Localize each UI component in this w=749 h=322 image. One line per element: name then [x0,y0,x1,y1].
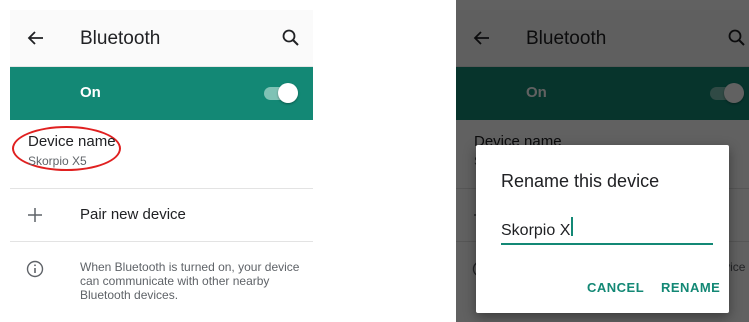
dialog-title: Rename this device [501,171,660,191]
device-name-title: Device name [28,133,116,150]
bluetooth-rename-screen: Bluetooth On Device name Skorpio X5 Pair… [456,0,749,322]
toggle-knob [278,83,298,103]
bluetooth-settings-screen: Bluetooth On Device name Skorpio X5 Pair… [10,0,313,322]
bluetooth-toggle[interactable] [264,83,298,103]
cancel-button[interactable]: CANCEL [587,280,644,295]
text-caret [571,217,574,236]
arrow-back-icon[interactable] [26,28,46,48]
rename-button[interactable]: RENAME [661,280,720,295]
page-title: Bluetooth [80,28,161,49]
rename-device-dialog: Rename this device Skorpio X CANCEL RENA… [476,145,729,313]
bluetooth-master-switch-bar[interactable]: On [10,67,313,120]
switch-label: On [80,84,101,101]
bluetooth-info-item: When Bluetooth is turned on, your device… [10,242,313,322]
pair-new-device-label: Pair new device [80,206,186,223]
plus-icon [28,208,42,222]
app-bar: Bluetooth [10,10,313,67]
device-name-value: Skorpio X5 [28,154,87,168]
device-name-input-value: Skorpio X [501,222,571,239]
info-text: When Bluetooth is turned on, your device… [80,260,300,302]
device-name-input[interactable]: Skorpio X [501,217,713,245]
device-name-item[interactable]: Device name Skorpio X5 [10,121,313,188]
pair-new-device-item[interactable]: Pair new device [10,189,313,241]
info-icon [26,260,44,278]
search-icon[interactable] [281,28,301,48]
